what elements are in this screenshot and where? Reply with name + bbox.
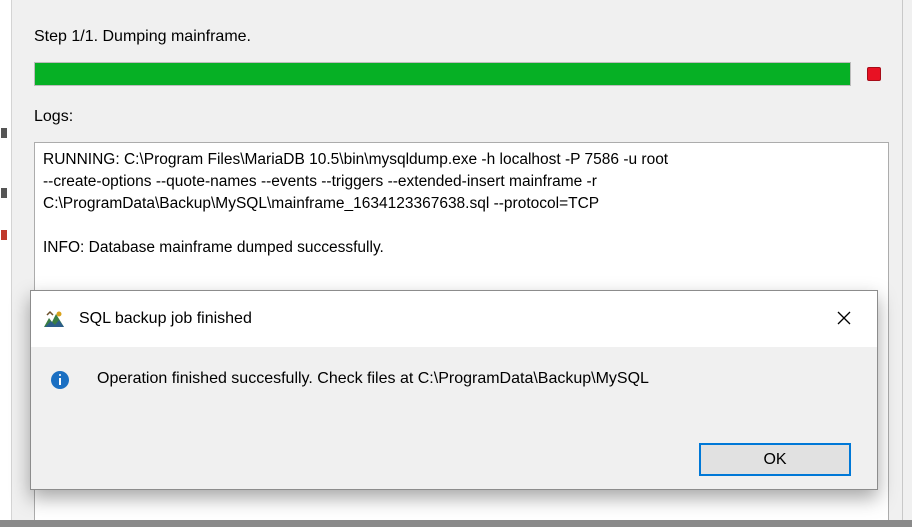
- log-line: C:\ProgramData\Backup\MySQL\mainframe_16…: [43, 195, 600, 212]
- dialog-title: SQL backup job finished: [79, 310, 252, 327]
- step-label: Step 1/1. Dumping mainframe.: [34, 28, 251, 45]
- window-border: [902, 0, 903, 527]
- dialog-message: Operation finished succesfully. Check fi…: [97, 370, 649, 387]
- logs-label: Logs:: [34, 108, 74, 125]
- progress-bar-fill: [35, 63, 850, 85]
- progress-bar: [34, 62, 851, 86]
- log-line: --create-options --quote-names --events …: [43, 173, 597, 190]
- edge-mark: [1, 230, 7, 240]
- message-dialog: SQL backup job finished Operation finish…: [30, 290, 878, 490]
- dialog-titlebar[interactable]: SQL backup job finished: [31, 291, 877, 347]
- edge-mark: [1, 188, 7, 198]
- close-icon[interactable]: [829, 303, 859, 333]
- ok-button[interactable]: OK: [699, 443, 851, 476]
- log-blank-line: [43, 215, 880, 237]
- log-line: RUNNING: C:\Program Files\MariaDB 10.5\b…: [43, 151, 669, 168]
- info-icon: [51, 371, 69, 389]
- edge-mark: [1, 128, 7, 138]
- window-shadow: [0, 520, 912, 527]
- backup-app-icon: [43, 309, 65, 329]
- log-line: INFO: Database mainframe dumped successf…: [43, 239, 384, 256]
- stop-square-icon[interactable]: [867, 67, 881, 81]
